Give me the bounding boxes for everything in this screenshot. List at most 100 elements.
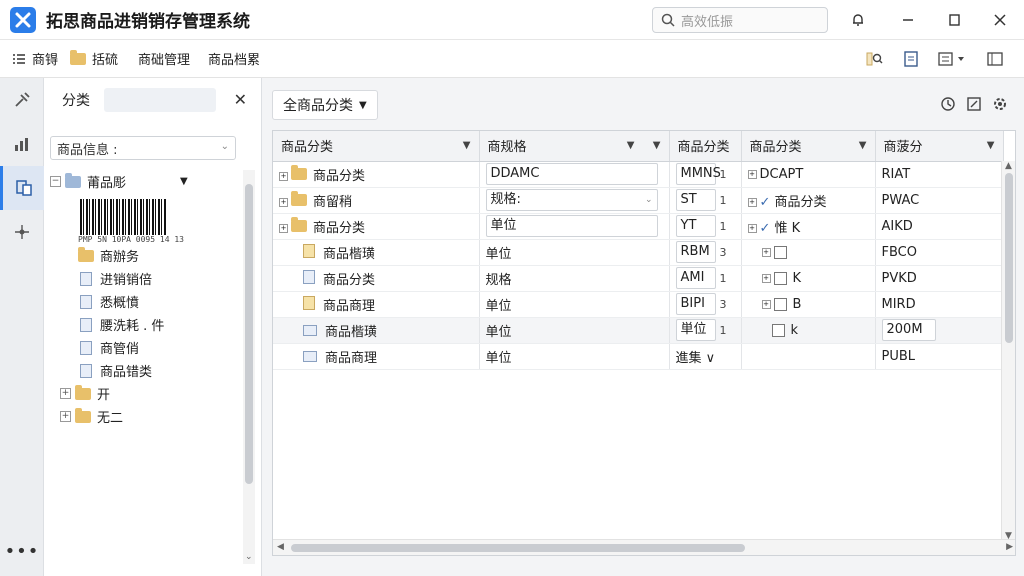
menu-item-3[interactable]: 商础管理 bbox=[138, 49, 190, 68]
scrollbar-thumb[interactable] bbox=[1005, 173, 1013, 343]
category-panel: 分类 ✕ 商品信息 : ⌄ − 莆品彫 ▼ PMP 5N 10PA 0095 1… bbox=[44, 78, 262, 576]
notification-icon[interactable] bbox=[846, 8, 870, 32]
panel-toggle-icon[interactable] bbox=[984, 48, 1006, 70]
tree-item-label: 商管俏 bbox=[100, 342, 140, 357]
document-icon bbox=[80, 340, 92, 355]
cell-input[interactable]: BIPI bbox=[675, 293, 716, 315]
expand-icon[interactable]: + bbox=[60, 411, 71, 422]
caret-down-icon[interactable]: ▼ bbox=[180, 176, 188, 187]
sort-icon: ▼ bbox=[986, 140, 995, 151]
tree-item[interactable]: 商辦务 bbox=[50, 244, 240, 267]
folder-icon bbox=[65, 172, 81, 188]
cell-input[interactable]: 200M bbox=[881, 319, 936, 341]
column-header[interactable]: 商品分类 ▼ bbox=[273, 131, 480, 162]
document-icon[interactable] bbox=[900, 48, 922, 70]
tree-item-root[interactable]: − 莆品彫 ▼ bbox=[50, 170, 240, 193]
column-header[interactable]: 商品分类 bbox=[669, 131, 742, 162]
table-row[interactable]: + 商留稍 规格: ⌄ ST 1 + ✓ 商品分类 PWAC bbox=[273, 187, 1004, 214]
cell-select[interactable]: 规格: ⌄ bbox=[485, 189, 658, 211]
cell-input[interactable]: YT bbox=[675, 215, 716, 237]
cell-input[interactable]: 単位 bbox=[675, 319, 716, 341]
settings-icon[interactable] bbox=[992, 96, 1008, 112]
search-input[interactable]: 高效低振 bbox=[652, 7, 828, 33]
scroll-up-icon[interactable]: ▲ bbox=[1005, 161, 1012, 171]
tree-item-label: 进销销倍 bbox=[100, 273, 153, 288]
column-header[interactable]: 商菠分 ▼ bbox=[875, 131, 1004, 162]
document-icon bbox=[80, 294, 92, 309]
panel-close-icon[interactable]: ✕ bbox=[234, 90, 247, 109]
barcode-image bbox=[80, 199, 166, 235]
checkbox[interactable] bbox=[773, 297, 787, 311]
table-row[interactable]: 商品商理 单位 進集 ∨ PUBL bbox=[273, 343, 1004, 370]
checkbox[interactable] bbox=[771, 323, 785, 337]
scroll-left-icon[interactable]: ◀ bbox=[277, 542, 284, 552]
column-header[interactable]: 商品分类 ▼ bbox=[741, 131, 876, 162]
panel-header-field[interactable] bbox=[104, 88, 216, 112]
tree-item-label: 悉概憤 bbox=[100, 296, 140, 311]
panel-title: 分类 bbox=[62, 93, 90, 109]
cell-input[interactable]: AMI bbox=[675, 267, 716, 289]
menu-item-4[interactable]: 商品档累 bbox=[208, 49, 260, 68]
scroll-right-icon[interactable]: ▶ bbox=[1006, 542, 1013, 552]
menu-item-1[interactable]: 商锝 bbox=[12, 49, 58, 68]
cell-input[interactable]: 单位 bbox=[485, 215, 658, 237]
tree-item[interactable]: + 无二 bbox=[50, 405, 240, 428]
search-placeholder: 高效低振 bbox=[681, 14, 734, 30]
zoom-search-icon[interactable] bbox=[864, 48, 886, 70]
menu-item-2[interactable]: 括硫 bbox=[70, 49, 118, 68]
category-select[interactable]: 商品信息 : ⌄ bbox=[50, 136, 236, 160]
cell-input[interactable]: RBM bbox=[675, 241, 716, 263]
minimize-button[interactable] bbox=[896, 8, 920, 32]
folder-outline-icon bbox=[303, 350, 317, 362]
edit-icon[interactable] bbox=[966, 96, 982, 112]
rail-catalog-icon[interactable] bbox=[0, 166, 44, 210]
table-row[interactable]: + 商品分类 DDAMC MMNS1 + DCAPT RIAT bbox=[273, 161, 1004, 188]
table-row[interactable]: 商品楷璜 单位 単位 1 k 200M bbox=[273, 317, 1004, 344]
tree-item[interactable]: 进销销倍 bbox=[50, 267, 240, 290]
tree-item-label: 开 bbox=[97, 388, 111, 403]
tree-item[interactable]: + 开 bbox=[50, 382, 240, 405]
tree-item[interactable]: 腰洗耗 . 件 bbox=[50, 313, 240, 336]
category-filter-dropdown[interactable]: 全商品分类 ▼ bbox=[272, 90, 378, 120]
category-scrollbar[interactable]: ⌄ bbox=[243, 170, 255, 564]
checkbox[interactable] bbox=[773, 245, 787, 259]
table-row[interactable]: 商品分类 规格 AMI 1 + K PVKD bbox=[273, 265, 1004, 292]
history-icon[interactable] bbox=[940, 96, 956, 112]
checkbox[interactable] bbox=[773, 271, 787, 285]
scroll-down-icon[interactable]: ⌄ bbox=[245, 552, 253, 562]
tree-item-label: 腰洗耗 . 件 bbox=[100, 319, 165, 334]
table-row[interactable]: 商品商理 单位 BIPI 3 + B MIRD bbox=[273, 291, 1004, 318]
collapse-icon[interactable]: − bbox=[50, 176, 61, 187]
document-icon bbox=[303, 269, 315, 284]
cell-input[interactable]: DDAMC bbox=[485, 163, 658, 185]
cell-input[interactable]: MMNS bbox=[675, 163, 721, 185]
chevron-down-icon: ⌄ bbox=[220, 141, 229, 152]
tree-item[interactable]: 悉概憤 bbox=[50, 290, 240, 313]
rail-tools-icon[interactable] bbox=[0, 78, 44, 122]
sort-icon: ▼ bbox=[626, 140, 635, 151]
close-button[interactable] bbox=[988, 8, 1012, 32]
tree-item[interactable]: 商品错类 bbox=[50, 359, 240, 382]
expand-icon[interactable]: + bbox=[60, 388, 71, 399]
rail-chart-icon[interactable] bbox=[0, 122, 44, 166]
category-filter-label: 全商品分类 bbox=[283, 98, 353, 114]
layout-dropdown-icon[interactable] bbox=[936, 48, 970, 70]
tree-item[interactable]: 商管俏 bbox=[50, 336, 240, 359]
document-icon bbox=[303, 243, 315, 258]
more-icon[interactable]: ••• bbox=[0, 541, 44, 562]
left-rail: ••• bbox=[0, 78, 44, 576]
scrollbar-thumb[interactable] bbox=[245, 184, 253, 484]
restore-button[interactable] bbox=[942, 8, 966, 32]
cell-input[interactable]: ST bbox=[675, 189, 716, 211]
column-header[interactable]: 商规格 ▼ ▼ bbox=[479, 131, 670, 162]
rail-network-icon[interactable] bbox=[0, 210, 44, 254]
scrollbar-thumb[interactable] bbox=[291, 544, 745, 552]
list-icon bbox=[13, 53, 25, 64]
folder-icon bbox=[291, 190, 307, 206]
table-vertical-scrollbar[interactable]: ▲ ▼ bbox=[1001, 161, 1015, 541]
sort-icon: ▼ bbox=[652, 140, 661, 151]
menu-item-label: 商础管理 bbox=[138, 53, 191, 68]
table-row[interactable]: + 商品分类 单位 YT 1 + ✓ 惟 K AIKD bbox=[273, 213, 1004, 240]
table-row[interactable]: 商品楷璜 单位 RBM 3 + FBCO bbox=[273, 239, 1004, 266]
table-horizontal-scrollbar[interactable]: ◀ ▶ bbox=[273, 539, 1015, 555]
